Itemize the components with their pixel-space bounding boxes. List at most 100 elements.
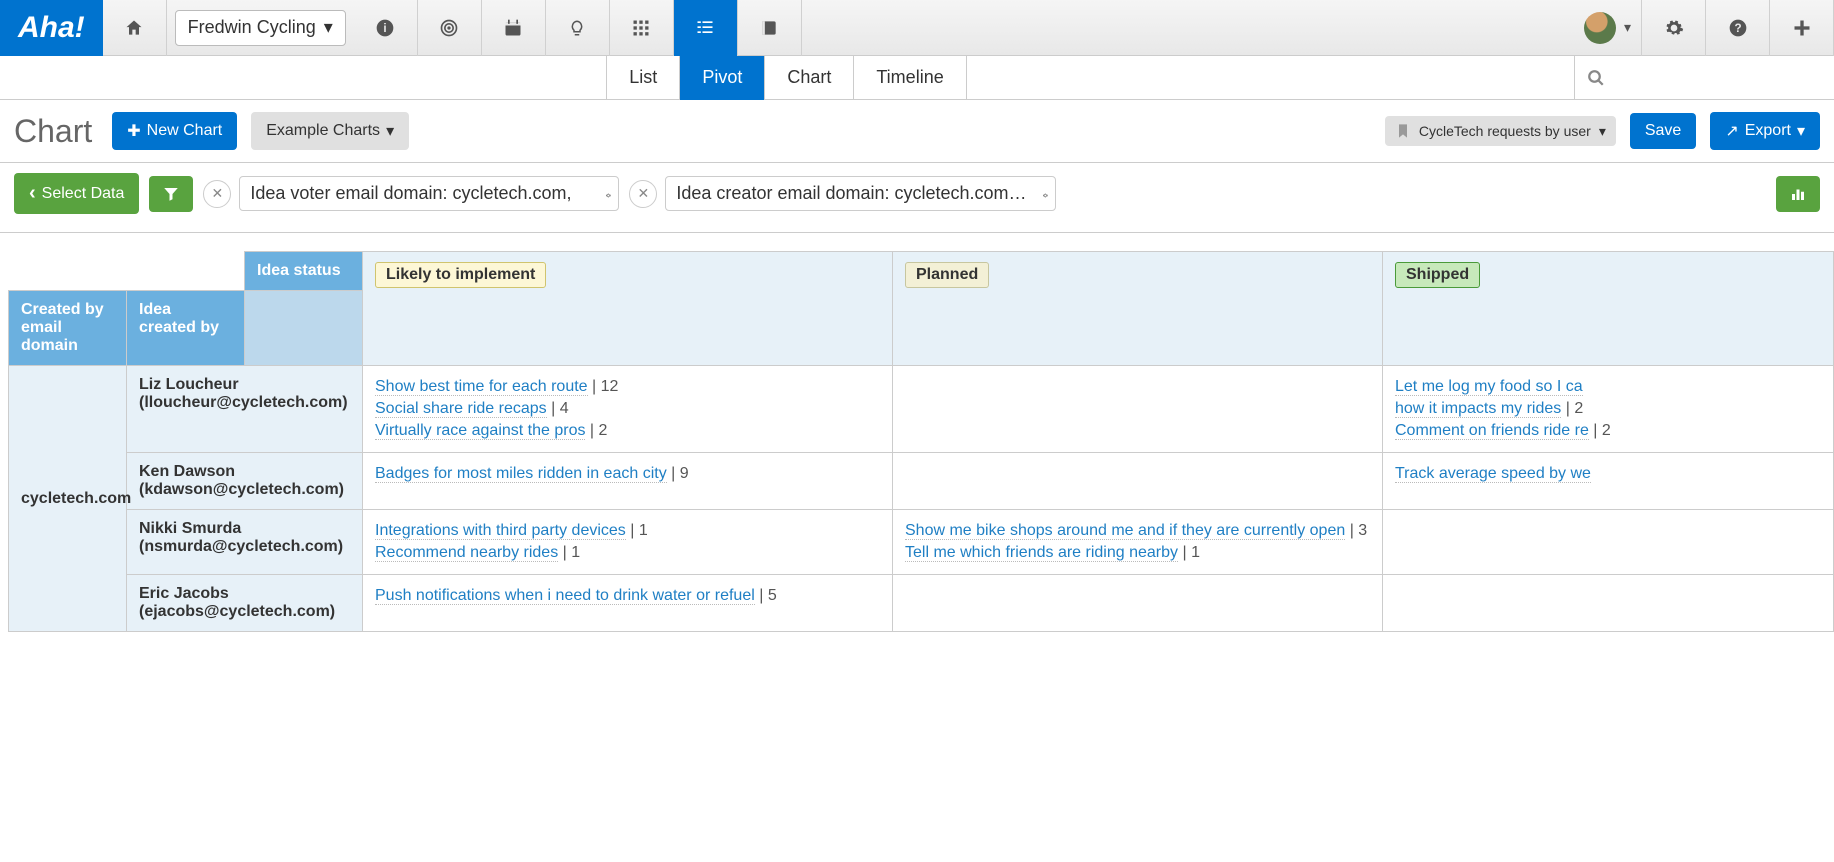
select-data-button[interactable]: ‹Select Data <box>14 173 139 214</box>
idea-link[interactable]: Tell me which friends are riding nearby <box>905 544 1178 562</box>
idea-link[interactable]: Track average speed by we <box>1395 465 1591 483</box>
vote-count: | 2 <box>1561 400 1583 417</box>
filter-bar: ‹Select Data ✕ Idea voter email domain: … <box>0 163 1834 233</box>
creator-cell: Liz Loucheur (lloucheur@cycletech.com) <box>127 366 363 453</box>
export-icon: ↗ <box>1725 121 1738 141</box>
remove-filter-icon[interactable]: ✕ <box>203 180 231 208</box>
product-name: Fredwin Cycling <box>188 17 316 38</box>
pivot-cell: Show best time for each route | 12 Social… <box>363 366 893 453</box>
new-chart-button[interactable]: ✚New Chart <box>112 112 237 150</box>
status-col-header: Likely to implement <box>363 252 893 366</box>
filter-select[interactable]: Idea creator email domain: cycletech.com… <box>665 176 1055 211</box>
user-menu[interactable]: ▾ <box>1572 0 1642 56</box>
saved-view-name: CycleTech requests by user <box>1419 123 1591 139</box>
idea-link[interactable]: Virtually race against the pros <box>375 422 585 440</box>
pivot-cell: Integrations with third party devices | … <box>363 510 893 575</box>
bookmark-icon <box>1395 122 1411 140</box>
info-icon[interactable]: i <box>354 0 418 56</box>
creator-cell: Ken Dawson (kdawson@cycletech.com) <box>127 453 363 510</box>
pivot-cell: Push notifications when i need to drink … <box>363 575 893 632</box>
chart-view-button[interactable] <box>1776 176 1820 212</box>
idea-link[interactable]: Recommend nearby rides <box>375 544 558 562</box>
vote-count: | 1 <box>1178 544 1200 561</box>
filter-select[interactable]: Idea voter email domain: cycletech.com, <box>239 176 619 211</box>
export-label: Export <box>1745 122 1791 140</box>
target-icon[interactable] <box>418 0 482 56</box>
idea-link[interactable]: Let me log my food so I ca <box>1395 378 1583 396</box>
idea-link[interactable]: Push notifications when i need to drink … <box>375 587 755 605</box>
pivot-cell <box>893 453 1383 510</box>
page-title: Chart <box>14 113 92 150</box>
filter-pill: ✕ Idea voter email domain: cycletech.com… <box>203 176 619 211</box>
vote-count: | 2 <box>585 422 607 439</box>
vote-count: | 9 <box>667 465 689 482</box>
pivot-table: Idea status Likely to implement Planned … <box>8 251 1834 632</box>
creator-cell: Nikki Smurda (nsmurda@cycletech.com) <box>127 510 363 575</box>
chevron-left-icon: ‹ <box>29 182 36 205</box>
tab-pivot[interactable]: Pivot <box>679 56 765 100</box>
caret-down-icon: ▾ <box>1624 19 1631 36</box>
save-button[interactable]: Save <box>1630 113 1696 149</box>
pivot-cell <box>1383 575 1834 632</box>
caret-down-icon: ▾ <box>1599 123 1606 140</box>
pivot-cell <box>893 575 1383 632</box>
vote-count: | 4 <box>547 400 569 417</box>
filter-icon-button[interactable] <box>149 176 193 212</box>
funnel-icon <box>162 185 180 203</box>
svg-text:i: i <box>384 22 387 35</box>
idea-link[interactable]: Social share ride recaps <box>375 400 547 418</box>
top-nav: Aha! Fredwin Cycling ▾ i ▾ ? <box>0 0 1834 56</box>
status-col-header: Shipped <box>1383 252 1834 366</box>
tab-timeline[interactable]: Timeline <box>853 56 966 100</box>
idea-link[interactable]: how it impacts my rides <box>1395 400 1561 418</box>
caret-down-icon: ▾ <box>386 121 394 141</box>
search-icon <box>1587 69 1605 87</box>
pivot-cell: Show me bike shops around me and if they… <box>893 510 1383 575</box>
row-header-1: Created by email domain <box>9 291 127 366</box>
vote-count: | 2 <box>1589 422 1611 439</box>
export-button[interactable]: ↗ Export ▾ <box>1710 112 1820 150</box>
gear-icon[interactable] <box>1642 0 1706 56</box>
logo[interactable]: Aha! <box>0 0 103 56</box>
vote-count: | 3 <box>1345 522 1367 539</box>
reports-icon[interactable] <box>674 0 738 56</box>
caret-down-icon: ▾ <box>324 17 333 38</box>
pivot-cell: Track average speed by we <box>1383 453 1834 510</box>
vote-count: | 1 <box>558 544 580 561</box>
tab-list[interactable]: List <box>606 56 680 100</box>
creator-cell: Eric Jacobs (ejacobs@cycletech.com) <box>127 575 363 632</box>
vote-count: | 12 <box>588 378 619 395</box>
idea-link[interactable]: Badges for most miles ridden in each cit… <box>375 465 667 483</box>
svg-text:?: ? <box>1734 22 1741 35</box>
idea-link[interactable]: Comment on friends ride re <box>1395 422 1589 440</box>
notebook-icon[interactable] <box>738 0 802 56</box>
calendar-icon[interactable] <box>482 0 546 56</box>
saved-view-selector[interactable]: CycleTech requests by user ▾ <box>1385 116 1616 146</box>
filter-pill: ✕ Idea creator email domain: cycletech.c… <box>629 176 1055 211</box>
caret-down-icon: ▾ <box>1797 121 1805 141</box>
help-icon[interactable]: ? <box>1706 0 1770 56</box>
avatar <box>1584 12 1616 44</box>
pivot-cell <box>893 366 1383 453</box>
new-chart-label: New Chart <box>147 122 223 140</box>
idea-link[interactable]: Show me bike shops around me and if they… <box>905 522 1345 540</box>
grid-icon[interactable] <box>610 0 674 56</box>
lightbulb-icon[interactable] <box>546 0 610 56</box>
search-input[interactable] <box>1574 56 1834 100</box>
tab-chart[interactable]: Chart <box>764 56 854 100</box>
bar-chart-icon <box>1789 185 1807 203</box>
idea-link[interactable]: Show best time for each route <box>375 378 588 396</box>
plus-icon[interactable] <box>1770 0 1834 56</box>
status-col-header: Planned <box>893 252 1383 366</box>
chart-toolbar: Chart ✚New Chart Example Charts▾ CycleTe… <box>0 100 1834 163</box>
remove-filter-icon[interactable]: ✕ <box>629 180 657 208</box>
domain-cell: cycletech.com <box>9 366 127 632</box>
pivot-cell: Let me log my food so I ca how it impacts… <box>1383 366 1834 453</box>
example-charts-button[interactable]: Example Charts▾ <box>251 112 409 150</box>
sub-nav: List Pivot Chart Timeline <box>0 56 1834 100</box>
idea-link[interactable]: Integrations with third party devices <box>375 522 626 540</box>
pivot-cell <box>1383 510 1834 575</box>
product-selector[interactable]: Fredwin Cycling ▾ <box>175 10 346 46</box>
home-icon[interactable] <box>103 0 167 56</box>
pivot-cell: Badges for most miles ridden in each cit… <box>363 453 893 510</box>
